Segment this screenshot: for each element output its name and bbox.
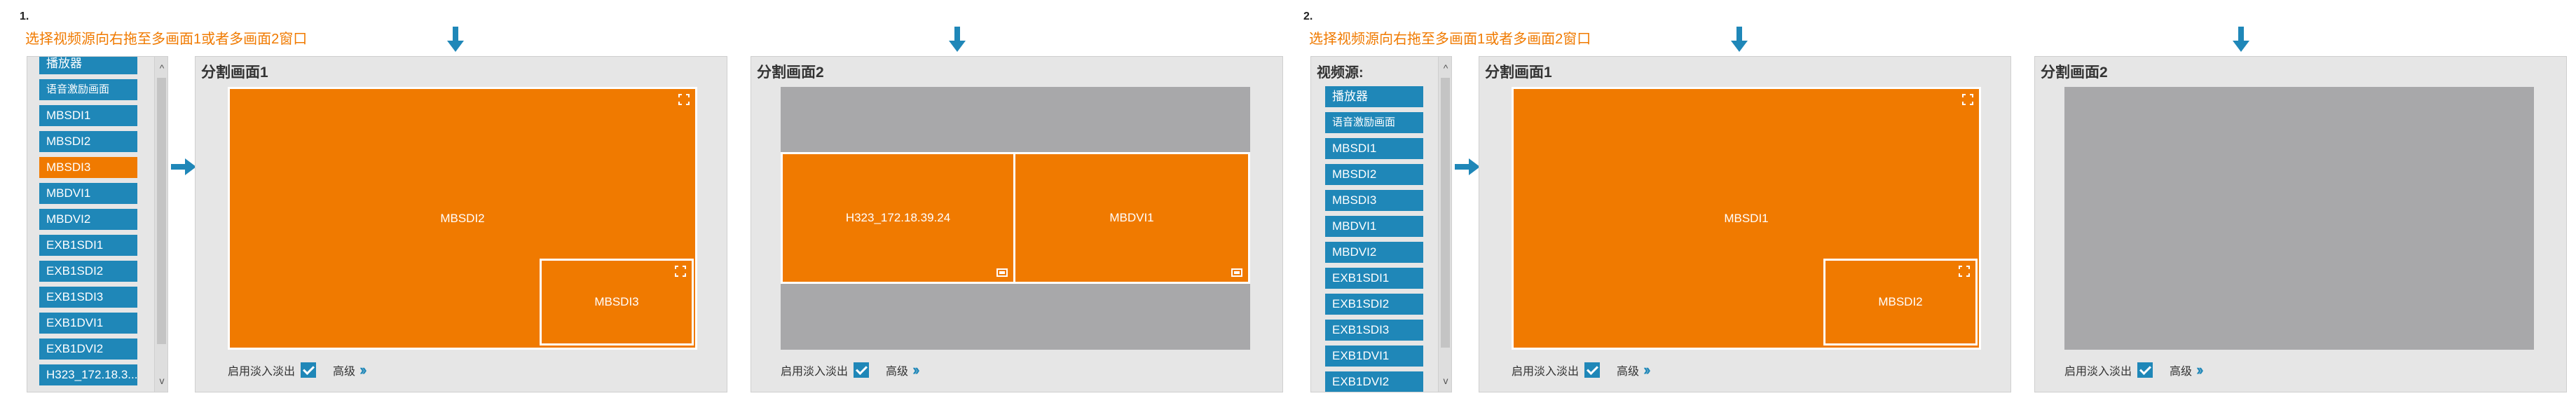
source-item[interactable]: MBSDI1 <box>1325 138 1423 159</box>
expand-icon[interactable] <box>675 266 686 277</box>
split-screen-1-panel: 分割画面1 MBSDI1 MBSDI2 启用淡入淡出 高级 ›› <box>1479 56 2011 392</box>
scroll-up-button[interactable]: ^ <box>1439 61 1451 75</box>
source-item[interactable]: 播放器 <box>1325 86 1423 107</box>
double-chevron-right-icon[interactable]: ›› <box>359 361 366 379</box>
source-item-selected[interactable]: MBSDI3 <box>39 157 137 178</box>
source-item[interactable]: 播放器 <box>39 57 137 74</box>
source-item[interactable]: MBSDI3 <box>1325 190 1423 211</box>
source-item[interactable]: H323_172.18.3... <box>39 364 137 385</box>
video-source-panel: 播放器 语音激励画面 MBSDI1 MBSDI2 MBSDI3 MBDVI1 M… <box>27 56 168 392</box>
advanced-link[interactable]: 高级 <box>886 362 908 378</box>
panel-footer: 启用淡入淡出 高级 ›› <box>1512 361 1650 379</box>
source-item[interactable]: 语音激励画面 <box>1325 112 1423 133</box>
expand-icon[interactable] <box>1962 94 1973 105</box>
video-source-list: 播放器 语音激励画面 MBSDI1 MBSDI2 MBSDI3 MBDVI1 M… <box>1325 86 1423 392</box>
expand-icon[interactable] <box>1959 266 1970 277</box>
fade-label: 启用淡入淡出 <box>1512 366 1580 378</box>
source-item[interactable]: EXB1DVI2 <box>1325 371 1423 392</box>
instruction-text: 选择视频源向右拖至多画面1或者多画面2窗口 <box>1309 32 1591 47</box>
pip-tile[interactable]: MBSDI2 <box>1823 259 1978 346</box>
tile-label: H323_172.18.39.24 <box>845 211 951 224</box>
instruction-text: 选择视频源向右拖至多画面1或者多画面2窗口 <box>25 32 308 47</box>
split-canvas[interactable]: H323_172.18.39.24 MBDVI1 <box>781 87 1250 350</box>
scrollbar[interactable]: ^ v <box>1438 57 1451 392</box>
double-chevron-right-icon[interactable]: ›› <box>912 361 919 379</box>
panel-title: 分割画面2 <box>757 64 824 81</box>
tile-label: MBSDI1 <box>1724 211 1769 225</box>
scroll-down-button[interactable]: v <box>155 374 167 388</box>
double-chevron-right-icon[interactable]: ›› <box>2196 361 2203 379</box>
checkbox-checked-icon[interactable] <box>1584 362 1601 378</box>
panel-footer: 启用淡入淡出 高级 ›› <box>228 361 366 379</box>
video-source-list: 播放器 语音激励画面 MBSDI1 MBSDI2 MBSDI3 MBDVI1 M… <box>39 57 137 390</box>
checkbox-checked-icon[interactable] <box>854 362 870 378</box>
scroll-up-button[interactable]: ^ <box>155 61 167 75</box>
source-panel-title: 视频源: <box>1317 65 1364 81</box>
step-number: 2. <box>1303 11 1313 22</box>
fade-label: 启用淡入淡出 <box>228 366 296 378</box>
advanced-link[interactable]: 高级 <box>2170 362 2192 378</box>
split-canvas-empty[interactable] <box>2064 87 2534 350</box>
split-screen-2-panel: 分割画面2 H323_172.18.39.24 MBDVI1 启用淡入淡出 高级… <box>751 56 1283 392</box>
source-item[interactable]: EXB1SDI1 <box>39 235 137 256</box>
source-item[interactable]: MBDVI1 <box>39 183 137 204</box>
screen-icon[interactable] <box>1231 268 1242 277</box>
panel-title: 分割画面1 <box>201 64 268 81</box>
source-item[interactable]: EXB1DVI1 <box>39 313 137 334</box>
panel-footer: 启用淡入淡出 高级 ›› <box>781 361 919 379</box>
video-tile[interactable]: H323_172.18.39.24 <box>781 152 1015 284</box>
source-item[interactable]: MBDVI2 <box>1325 242 1423 263</box>
advanced-link[interactable]: 高级 <box>333 362 355 378</box>
checkbox-checked-icon[interactable] <box>301 362 317 378</box>
video-tile[interactable]: MBDVI1 <box>1013 152 1250 284</box>
source-item[interactable]: EXB1SDI2 <box>39 261 137 282</box>
scroll-thumb[interactable] <box>1441 78 1450 348</box>
step-number: 1. <box>20 11 29 22</box>
split-canvas[interactable]: MBSDI1 MBSDI2 <box>1512 87 1981 350</box>
scroll-down-button[interactable]: v <box>1439 374 1451 388</box>
fade-label: 启用淡入淡出 <box>2064 366 2132 378</box>
tile-label: MBSDI2 <box>440 211 485 225</box>
checkbox-checked-icon[interactable] <box>2137 362 2153 378</box>
split-canvas[interactable]: MBSDI2 MBSDI3 <box>228 87 697 350</box>
source-item[interactable]: EXB1DVI2 <box>39 339 137 360</box>
arrow-down-icon <box>2233 27 2249 52</box>
source-item[interactable]: EXB1SDI2 <box>1325 294 1423 315</box>
scrollbar[interactable]: ^ v <box>154 57 167 392</box>
panel-title: 分割画面2 <box>2041 64 2108 81</box>
arrow-down-icon <box>447 27 464 52</box>
panel-footer: 启用淡入淡出 高级 ›› <box>2064 361 2203 379</box>
split-screen-1-panel: 分割画面1 MBSDI2 MBSDI3 启用淡入淡出 高级 ›› <box>195 56 727 392</box>
source-item[interactable]: MBSDI2 <box>39 131 137 152</box>
source-item[interactable]: EXB1SDI1 <box>1325 268 1423 289</box>
expand-icon[interactable] <box>678 94 690 105</box>
source-item[interactable]: EXB1SDI3 <box>1325 320 1423 341</box>
tile-label: MBSDI3 <box>594 295 639 308</box>
screen-icon[interactable] <box>996 268 1008 277</box>
source-item[interactable]: MBDVI2 <box>39 209 137 230</box>
video-tile[interactable]: MBSDI1 MBSDI2 <box>1512 87 1981 350</box>
pip-tile[interactable]: MBSDI3 <box>540 259 694 346</box>
source-item[interactable]: EXB1SDI3 <box>39 287 137 308</box>
source-item[interactable]: MBDVI1 <box>1325 216 1423 237</box>
fade-label: 启用淡入淡出 <box>781 366 849 378</box>
source-item[interactable]: EXB1DVI1 <box>1325 346 1423 367</box>
split-screen-2-panel: 分割画面2 启用淡入淡出 高级 ›› <box>2034 56 2567 392</box>
source-item[interactable]: MBSDI1 <box>39 105 137 126</box>
video-tile[interactable]: MBSDI2 MBSDI3 <box>228 87 697 350</box>
arrow-right-icon <box>1455 158 1480 175</box>
arrow-down-icon <box>1731 27 1748 52</box>
arrow-down-icon <box>949 27 966 52</box>
panel-title: 分割画面1 <box>1485 64 1552 81</box>
video-source-panel: 视频源: 播放器 语音激励画面 MBSDI1 MBSDI2 MBSDI3 MBD… <box>1310 56 1452 392</box>
tile-label: MBSDI2 <box>1878 295 1923 308</box>
arrow-right-icon <box>171 158 196 175</box>
tile-label: MBDVI1 <box>1109 211 1154 224</box>
source-item[interactable]: 语音激励画面 <box>39 79 137 100</box>
advanced-link[interactable]: 高级 <box>1617 362 1639 378</box>
source-item[interactable]: MBSDI2 <box>1325 164 1423 185</box>
scroll-thumb[interactable] <box>157 78 166 344</box>
double-chevron-right-icon[interactable]: ›› <box>1643 361 1650 379</box>
